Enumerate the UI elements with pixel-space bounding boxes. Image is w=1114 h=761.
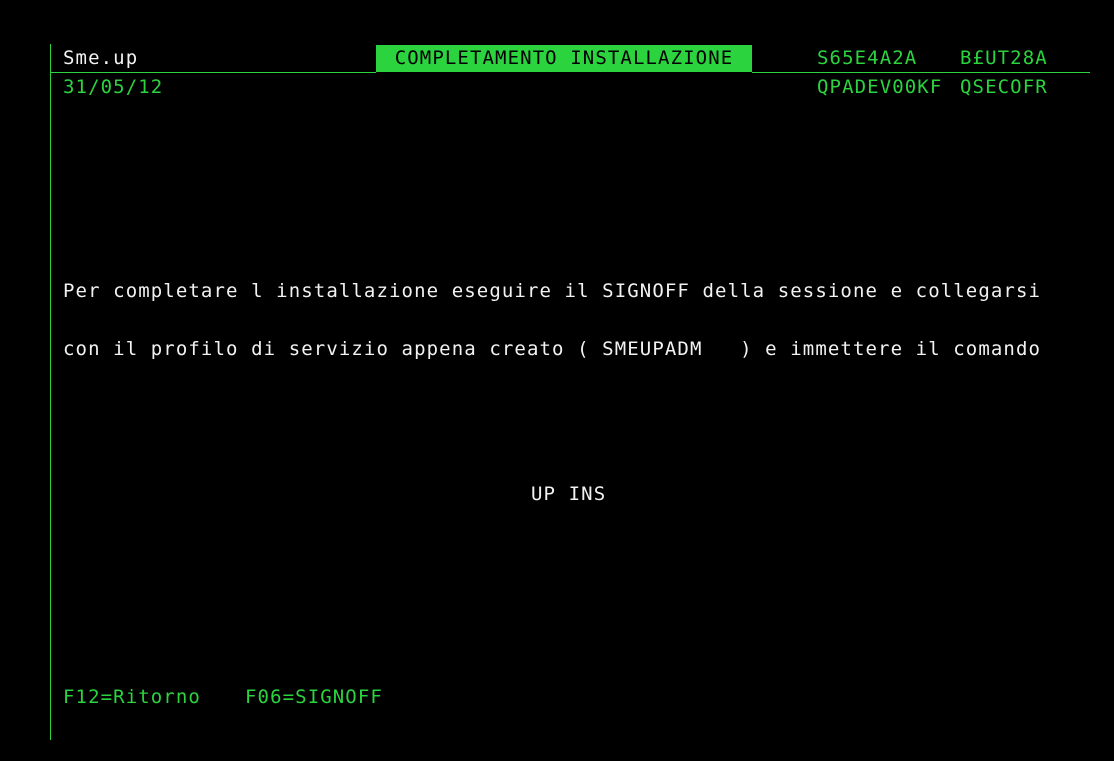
user-name: QSECOFR xyxy=(960,76,1048,98)
f12-return-key[interactable]: F12=Ritorno xyxy=(63,685,201,709)
device-name: QPADEV00KF xyxy=(817,76,943,98)
screen-title: COMPLETAMENTO INSTALLAZIONE xyxy=(376,45,752,72)
program-name: B£UT28A xyxy=(960,47,1048,69)
header-underline-left xyxy=(50,72,376,73)
date-field: 31/05/12 xyxy=(63,76,164,98)
instruction-line-2: con il profilo di servizio appena creato… xyxy=(63,338,1042,360)
command-text: UP INS xyxy=(531,483,607,505)
app-name: Sme.up xyxy=(63,47,139,69)
left-border-line xyxy=(50,44,51,740)
instruction-line-1: Per completare l installazione eseguire … xyxy=(63,280,1042,302)
f06-signoff-key[interactable]: F06=SIGNOFF xyxy=(245,685,383,709)
header-underline-right xyxy=(752,72,1090,73)
system-name: S65E4A2A xyxy=(817,47,918,69)
